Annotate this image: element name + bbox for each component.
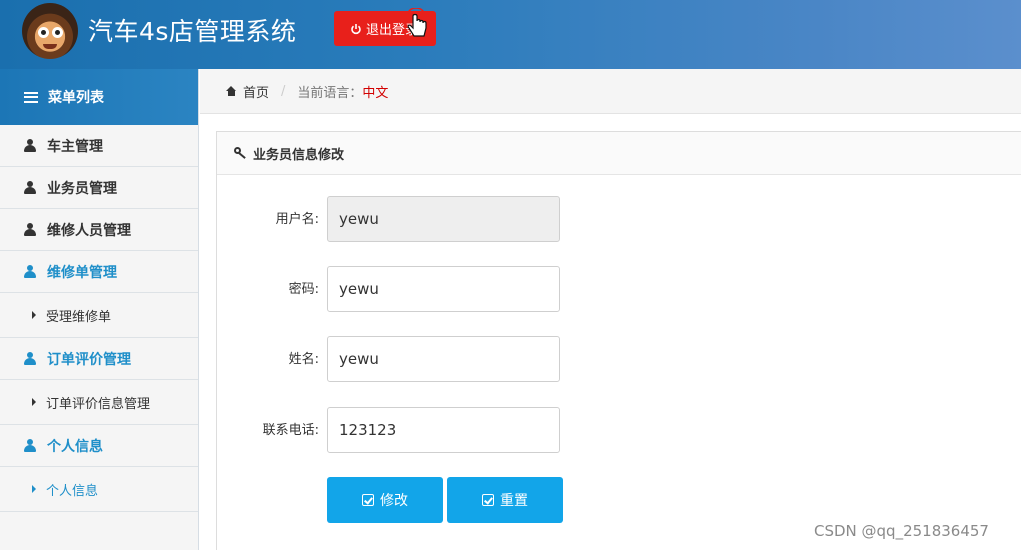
breadcrumb-home-link[interactable]: 首页 bbox=[243, 82, 269, 101]
home-icon bbox=[226, 86, 237, 96]
user-icon bbox=[24, 352, 36, 365]
caret-right-icon bbox=[32, 311, 36, 319]
check-square-icon bbox=[362, 494, 374, 506]
current-language-label: 当前语言： bbox=[297, 85, 363, 101]
check-square-icon bbox=[482, 494, 494, 506]
sidebar-subitem-label: 订单评价信息管理 bbox=[46, 396, 151, 412]
power-icon bbox=[351, 23, 361, 34]
sidebar-item-label: 车主管理 bbox=[47, 138, 103, 155]
reset-button[interactable]: 重置 bbox=[447, 477, 563, 523]
caret-right-icon bbox=[32, 398, 36, 406]
user-icon bbox=[24, 223, 36, 236]
sidebar-subitem-personal-info[interactable]: 个人信息 bbox=[0, 467, 198, 512]
user-icon bbox=[24, 139, 36, 152]
watermark: CSDN @qq_251836457 bbox=[814, 522, 989, 540]
sidebar-title: 菜单列表 bbox=[48, 90, 104, 106]
avatar-eye-left bbox=[38, 27, 49, 38]
reset-label: 重置 bbox=[500, 493, 528, 509]
password-field[interactable] bbox=[327, 266, 560, 312]
avatar-mouth bbox=[43, 44, 57, 49]
hand-cursor-icon bbox=[407, 8, 427, 37]
menu-list-icon bbox=[24, 91, 38, 103]
password-label: 密码: bbox=[288, 282, 319, 297]
username-field[interactable] bbox=[327, 196, 560, 242]
user-icon bbox=[24, 439, 36, 452]
breadcrumb: 首页 / 当前语言： 中文 bbox=[200, 69, 1021, 114]
phone-field[interactable] bbox=[327, 407, 560, 453]
sidebar-subitem-label: 个人信息 bbox=[46, 483, 99, 499]
panel-heading: 业务员信息修改 bbox=[217, 132, 1021, 175]
username-label: 用户名: bbox=[275, 212, 319, 227]
sidebar: 菜单列表 车主管理 业务员管理 维修人员管理 维修单管理 受理维修单 订单评价管… bbox=[0, 69, 199, 550]
current-language-value: 中文 bbox=[362, 85, 389, 101]
name-label: 姓名: bbox=[288, 352, 319, 367]
user-icon bbox=[24, 265, 36, 278]
app-title: 汽车4s店管理系统 bbox=[88, 17, 297, 46]
key-icon bbox=[234, 147, 247, 159]
sidebar-item-repair-order-management[interactable]: 维修单管理 bbox=[0, 251, 198, 293]
sidebar-item-repairman-management[interactable]: 维修人员管理 bbox=[0, 209, 198, 251]
avatar bbox=[22, 3, 78, 59]
top-header: 汽车4s店管理系统 退出登录 bbox=[0, 0, 1021, 69]
sidebar-item-label: 订单评价管理 bbox=[47, 351, 131, 368]
sidebar-item-owner-management[interactable]: 车主管理 bbox=[0, 125, 198, 167]
sidebar-subitem-accept-repair-order[interactable]: 受理维修单 bbox=[0, 293, 198, 338]
phone-label: 联系电话: bbox=[262, 423, 319, 438]
user-icon bbox=[24, 181, 36, 194]
submit-button[interactable]: 修改 bbox=[327, 477, 443, 523]
sidebar-item-label: 个人信息 bbox=[47, 438, 103, 455]
panel-title: 业务员信息修改 bbox=[253, 147, 345, 163]
submit-label: 修改 bbox=[380, 493, 408, 509]
name-field[interactable] bbox=[327, 336, 560, 382]
breadcrumb-separator: / bbox=[281, 83, 286, 99]
sidebar-subitem-order-review-info[interactable]: 订单评价信息管理 bbox=[0, 380, 198, 425]
sidebar-header: 菜单列表 bbox=[0, 69, 198, 125]
avatar-eye-right bbox=[52, 27, 63, 38]
sidebar-item-personal-info[interactable]: 个人信息 bbox=[0, 425, 198, 467]
sidebar-item-label: 业务员管理 bbox=[47, 180, 117, 197]
sidebar-item-label: 维修人员管理 bbox=[47, 222, 131, 239]
sidebar-subitem-label: 受理维修单 bbox=[46, 309, 112, 325]
caret-right-icon bbox=[32, 485, 36, 493]
sidebar-item-order-review-management[interactable]: 订单评价管理 bbox=[0, 338, 198, 380]
sidebar-item-label: 维修单管理 bbox=[47, 264, 117, 281]
sidebar-item-salesman-management[interactable]: 业务员管理 bbox=[0, 167, 198, 209]
